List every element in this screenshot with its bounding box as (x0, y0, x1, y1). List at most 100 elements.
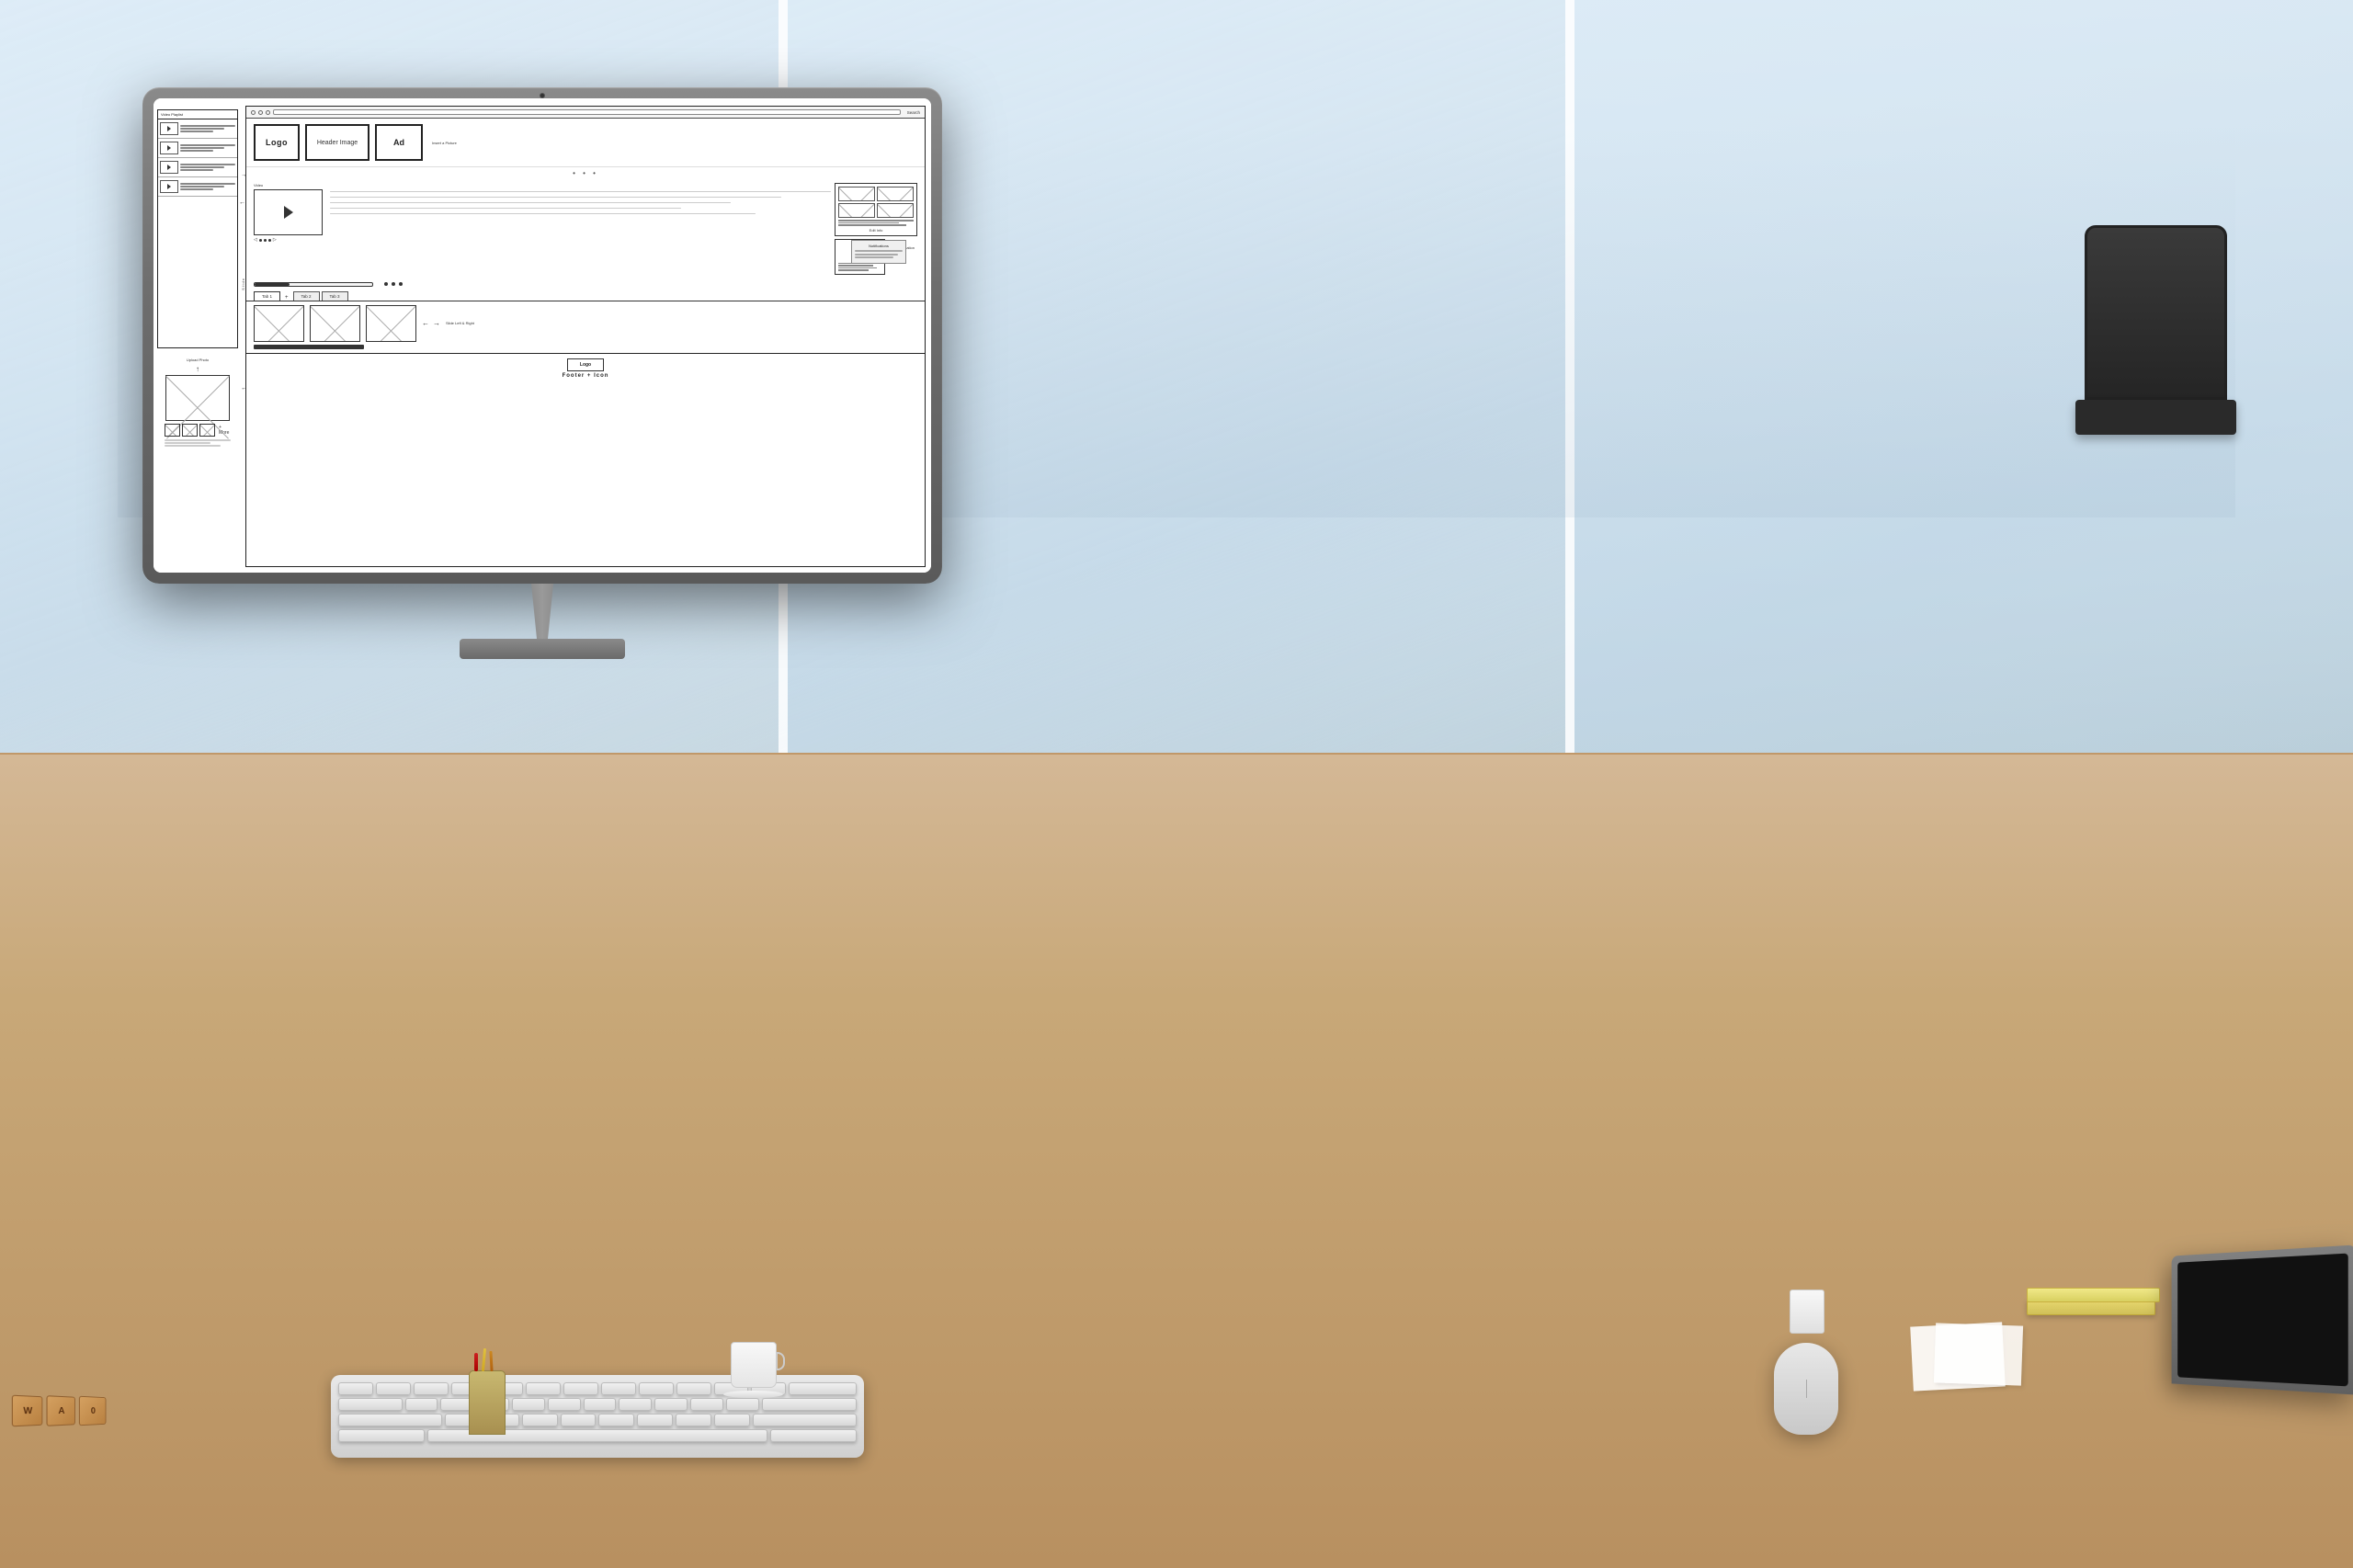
gallery-thumb-2 (310, 305, 360, 342)
play-icon-4 (167, 184, 171, 189)
x-mark-s1 (165, 425, 179, 436)
upload-arrow-icon: ↑ (157, 365, 238, 373)
video-player[interactable] (254, 189, 323, 235)
x-mark-g1 (255, 306, 303, 341)
x-mark-main (166, 376, 229, 420)
small-mug (1790, 1290, 1824, 1334)
desk-paper-2 (1934, 1323, 2023, 1385)
slide-left-right-label: Slide Left & Right (446, 321, 474, 326)
key-e (414, 1382, 449, 1395)
x-mark-s3 (200, 425, 214, 436)
video-thumb-2 (160, 142, 178, 154)
keyboard (331, 1375, 864, 1458)
video-thumb-4 (160, 180, 178, 193)
footer-area: Logo Footer + Icon (246, 353, 925, 383)
video-lines-1 (180, 125, 235, 132)
logo-text: Logo (266, 138, 288, 147)
key-o (639, 1382, 674, 1395)
header-image-text: Header Image (317, 140, 358, 146)
chair-seat (2075, 400, 2236, 435)
ad-box: Ad (375, 124, 423, 161)
search-label: Search (907, 110, 920, 115)
video-lines-3 (180, 164, 235, 171)
cup-saucer (723, 1391, 783, 1398)
video-column: Video (254, 183, 831, 275)
wireframe: Video Playlist (153, 98, 931, 573)
x-mark-s2 (183, 425, 197, 436)
content-area: Video (246, 179, 925, 278)
tabs-area: Tab 1 + Tab 2 Tab 3 (246, 289, 925, 301)
video-lines-2 (180, 144, 235, 152)
x-mark-c2 (878, 187, 913, 200)
tabs-row: Tab 1 + Tab 2 Tab 3 (254, 291, 917, 301)
upload-section: Upload Photo ↑ (157, 358, 238, 448)
video-thumb-3 (160, 161, 178, 174)
keyboard-row-3 (338, 1414, 857, 1426)
text-lines-bottom (165, 439, 231, 447)
key-a (405, 1398, 438, 1411)
key-k (654, 1398, 688, 1411)
key-b (598, 1414, 634, 1426)
tab-1[interactable]: Tab 1 (254, 291, 280, 301)
gallery-thumb-3 (366, 305, 416, 342)
video-lines-4 (180, 183, 235, 190)
keyboard-row-4 (338, 1429, 857, 1442)
key-u (563, 1382, 598, 1395)
video-next-icon[interactable]: ▷ (273, 237, 277, 243)
monitor-outer: Video Playlist (142, 87, 942, 584)
video-prev-icon[interactable]: ◁ (254, 237, 257, 243)
gallery-progress-bars (254, 345, 917, 349)
monitor-bezel: Video Playlist (153, 98, 931, 573)
gallery-navigation: ← → (422, 319, 440, 327)
gallery-row: ← → Slide Left & Right (254, 305, 917, 342)
tab-2[interactable]: Tab 2 (293, 291, 320, 301)
dart-icon (474, 1353, 478, 1371)
gallery-prev-icon[interactable]: ← (422, 319, 429, 327)
block-0: 0 (79, 1396, 107, 1426)
video-thumb-1 (160, 122, 178, 135)
footer-logo-text: Logo (580, 362, 591, 368)
play-icon-2 (167, 145, 171, 151)
progress-fill (255, 283, 290, 286)
dots-navigation[interactable]: • • • (246, 167, 925, 179)
browser-titlebar: Search (246, 107, 925, 119)
browser-dot-1 (251, 110, 256, 115)
gallery-area: ← → Slide Left & Right (246, 301, 925, 353)
video-section-label: Video (254, 183, 831, 187)
header-image-box: Header Image (305, 124, 369, 161)
blocks-area: W A 0 (12, 1395, 107, 1426)
x-mark-c1 (839, 187, 874, 200)
monitor-base (460, 639, 625, 659)
video-item-1 (158, 119, 237, 139)
browser-address-bar[interactable] (273, 109, 901, 115)
video-controls: ◁ ▷ (254, 237, 831, 243)
logo-box: Logo (254, 124, 300, 161)
book-2 (2027, 1288, 2160, 1302)
gallery-next-icon[interactable]: → (433, 319, 440, 327)
browser-dot-2 (258, 110, 263, 115)
notification-popup: Notifications (851, 240, 906, 264)
video-item-4 (158, 177, 237, 197)
progress-dots (384, 282, 403, 286)
video-playlist-title: Video Playlist (158, 110, 237, 119)
profile-card-lines (838, 263, 881, 271)
x-mark-c4 (878, 204, 913, 217)
key-c (522, 1414, 558, 1426)
x-mark-c3 (839, 204, 874, 217)
notif-line-1 (855, 250, 903, 252)
card-thumb-2 (877, 187, 914, 201)
key-l (690, 1398, 723, 1411)
key-f (512, 1398, 545, 1411)
coffee-cup-area (731, 1342, 783, 1398)
monitor: Video Playlist (142, 87, 942, 657)
main-browser: Search Logo Header Image Ad (245, 106, 926, 567)
tab-3[interactable]: Tab 3 (322, 291, 348, 301)
keyboard-row-2 (338, 1398, 857, 1411)
progress-track[interactable] (254, 282, 373, 287)
insert-picture-label: Insert a Picture (432, 141, 457, 145)
key-q (338, 1382, 373, 1395)
footer-label: Footer + Icon (563, 373, 609, 379)
edit-info-label[interactable]: Edit Info (838, 228, 914, 233)
photo-placeholder-main (165, 375, 230, 421)
tab-add-button[interactable]: + (282, 295, 291, 301)
